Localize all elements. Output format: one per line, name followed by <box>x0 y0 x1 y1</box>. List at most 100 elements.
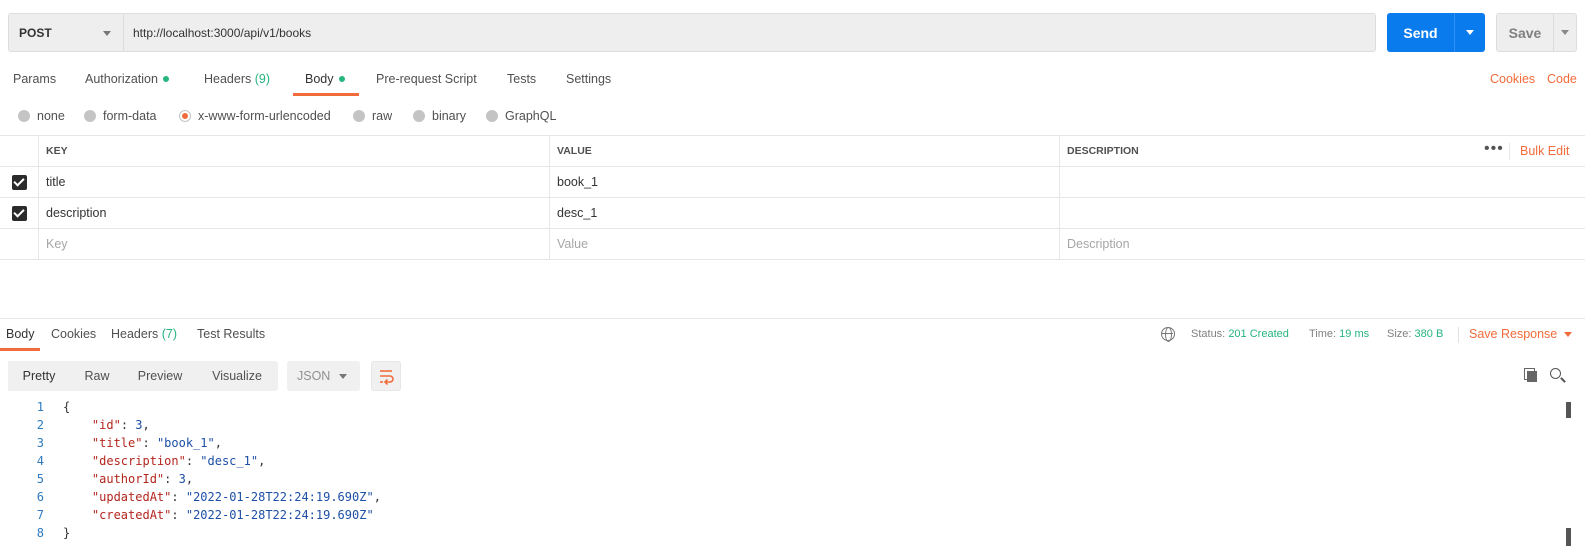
send-button[interactable]: Send <box>1387 13 1454 52</box>
size-label: Size: <box>1387 328 1412 340</box>
json-string: "2022-01-28T22:24:19.690Z" <box>185 508 374 522</box>
radio-x-www-form-urlencoded[interactable]: x-www-form-urlencoded <box>179 104 331 128</box>
line-number: 3 <box>36 436 44 450</box>
json-punctuation <box>63 454 92 468</box>
tab-label: Headers <box>204 72 252 86</box>
save-response-button[interactable]: Save Response <box>1469 319 1573 349</box>
radio-icon <box>353 109 365 122</box>
search-icon[interactable] <box>1550 368 1561 379</box>
radio-form-data[interactable]: form-data <box>84 104 157 128</box>
radio-icon <box>18 109 30 122</box>
description-input[interactable]: Description <box>1059 229 1585 259</box>
save-button[interactable]: Save <box>1497 14 1553 51</box>
line-number: 7 <box>36 508 44 522</box>
radio-label: binary <box>432 109 467 123</box>
value-input[interactable]: Value <box>549 229 1059 259</box>
description-cell[interactable] <box>1059 167 1585 197</box>
description-cell[interactable] <box>1059 198 1585 228</box>
tab-headers[interactable]: Headers (9) <box>204 64 270 96</box>
code-line: 8} <box>0 524 1585 542</box>
chevron-down-icon <box>339 374 347 379</box>
value-cell[interactable]: desc_1 <box>549 198 1059 228</box>
wrap-lines-button[interactable] <box>371 361 401 391</box>
key-column-header: KEY <box>38 136 549 166</box>
code-line: 4 "description": "desc_1", <box>0 452 1585 470</box>
tab-authorization[interactable]: Authorization <box>85 64 169 96</box>
response-tab-cookies[interactable]: Cookies <box>51 319 96 351</box>
tab-settings[interactable]: Settings <box>566 64 611 96</box>
scrollbar-marker[interactable] <box>1566 528 1571 546</box>
response-tab-test-results[interactable]: Test Results <box>197 319 265 351</box>
line-number: 8 <box>36 526 44 540</box>
line-number: 6 <box>36 490 44 504</box>
code-text: "id": 3, <box>63 416 150 434</box>
tab-label: Params <box>13 72 57 86</box>
params-table: KEY VALUE DESCRIPTION ••• Bulk Edit titl… <box>0 135 1585 260</box>
method-select[interactable]: POST <box>8 13 123 52</box>
pretty-button[interactable]: Pretty <box>8 361 70 391</box>
bulk-edit-link[interactable]: Bulk Edit <box>1520 136 1569 167</box>
json-punctuation <box>63 490 92 504</box>
copy-icon[interactable] <box>1524 368 1537 382</box>
radio-label: form-data <box>103 109 157 123</box>
value-cell[interactable]: book_1 <box>549 167 1059 197</box>
indicator-dot <box>338 75 345 82</box>
request-tabs: Params Authorization Headers (9) Body Pr… <box>0 64 1585 96</box>
time-value: 19 ms <box>1339 328 1370 340</box>
view-toolbar: Pretty Raw Preview Visualize <box>8 361 278 391</box>
json-punctuation: , <box>373 490 381 504</box>
cookies-link[interactable]: Cookies <box>1490 64 1535 94</box>
preview-button[interactable]: Preview <box>124 361 196 391</box>
format-label: JSON <box>297 369 331 383</box>
more-options-icon[interactable]: ••• <box>1484 136 1504 167</box>
checkbox[interactable] <box>11 205 27 221</box>
chevron-down-icon <box>1466 30 1474 35</box>
json-string: "2022-01-28T22:24:19.690Z" <box>185 490 374 504</box>
response-tab-headers[interactable]: Headers (7) <box>111 319 177 351</box>
chevron-down-icon <box>103 31 111 36</box>
response-body-viewer[interactable]: 1{2 "id": 3, 3 "title": "book_1", 4 "descr… <box>0 398 1585 542</box>
url-input[interactable]: http://localhost:3000/api/v1/books <box>123 13 1376 52</box>
json-key: "description" <box>91 454 186 468</box>
code-link[interactable]: Code <box>1547 64 1577 94</box>
indicator-dot <box>162 75 169 82</box>
time-label: Time: <box>1309 328 1337 340</box>
checkbox[interactable] <box>11 174 27 190</box>
radio-binary[interactable]: binary <box>413 104 466 128</box>
tab-body[interactable]: Body <box>293 64 358 96</box>
radio-label: x-www-form-urlencoded <box>198 109 331 123</box>
json-punctuation <box>63 436 92 450</box>
tab-params[interactable]: Params <box>13 64 56 96</box>
code-text: } <box>63 524 70 542</box>
radio-graphql[interactable]: GraphQL <box>486 104 556 128</box>
size-readout: Size: 380 B <box>1387 319 1443 349</box>
radio-none[interactable]: none <box>18 104 65 128</box>
radio-icon <box>486 109 498 122</box>
key-cell[interactable]: title <box>38 167 549 197</box>
send-options-button[interactable] <box>1454 13 1485 52</box>
wrap-lines-icon <box>380 370 394 386</box>
tab-count: (7) <box>161 327 178 341</box>
status-readout: Status: 201 Created <box>1191 319 1289 349</box>
tab-label: Authorization <box>85 72 158 86</box>
save-response-label: Save Response <box>1469 327 1558 341</box>
save-options-button[interactable] <box>1553 14 1576 51</box>
code-line: 1{ <box>0 398 1585 416</box>
line-number: 5 <box>36 472 44 486</box>
tab-label: Cookies <box>51 327 97 341</box>
raw-button[interactable]: Raw <box>70 361 124 391</box>
visualize-button[interactable]: Visualize <box>196 361 278 391</box>
key-cell[interactable]: description <box>38 198 549 228</box>
json-key: "title" <box>91 436 143 450</box>
response-tab-body[interactable]: Body <box>0 319 39 351</box>
format-select[interactable]: JSON <box>287 361 360 391</box>
json-punctuation <box>63 508 92 522</box>
globe-icon[interactable] <box>1161 327 1175 342</box>
scrollbar-marker[interactable] <box>1566 402 1571 418</box>
tab-pre-request-script[interactable]: Pre-request Script <box>376 64 477 96</box>
value-column-header: VALUE <box>549 136 1059 166</box>
radio-raw[interactable]: raw <box>353 104 392 128</box>
key-input[interactable]: Key <box>38 229 549 259</box>
tab-label: Tests <box>507 72 537 86</box>
tab-tests[interactable]: Tests <box>507 64 536 96</box>
